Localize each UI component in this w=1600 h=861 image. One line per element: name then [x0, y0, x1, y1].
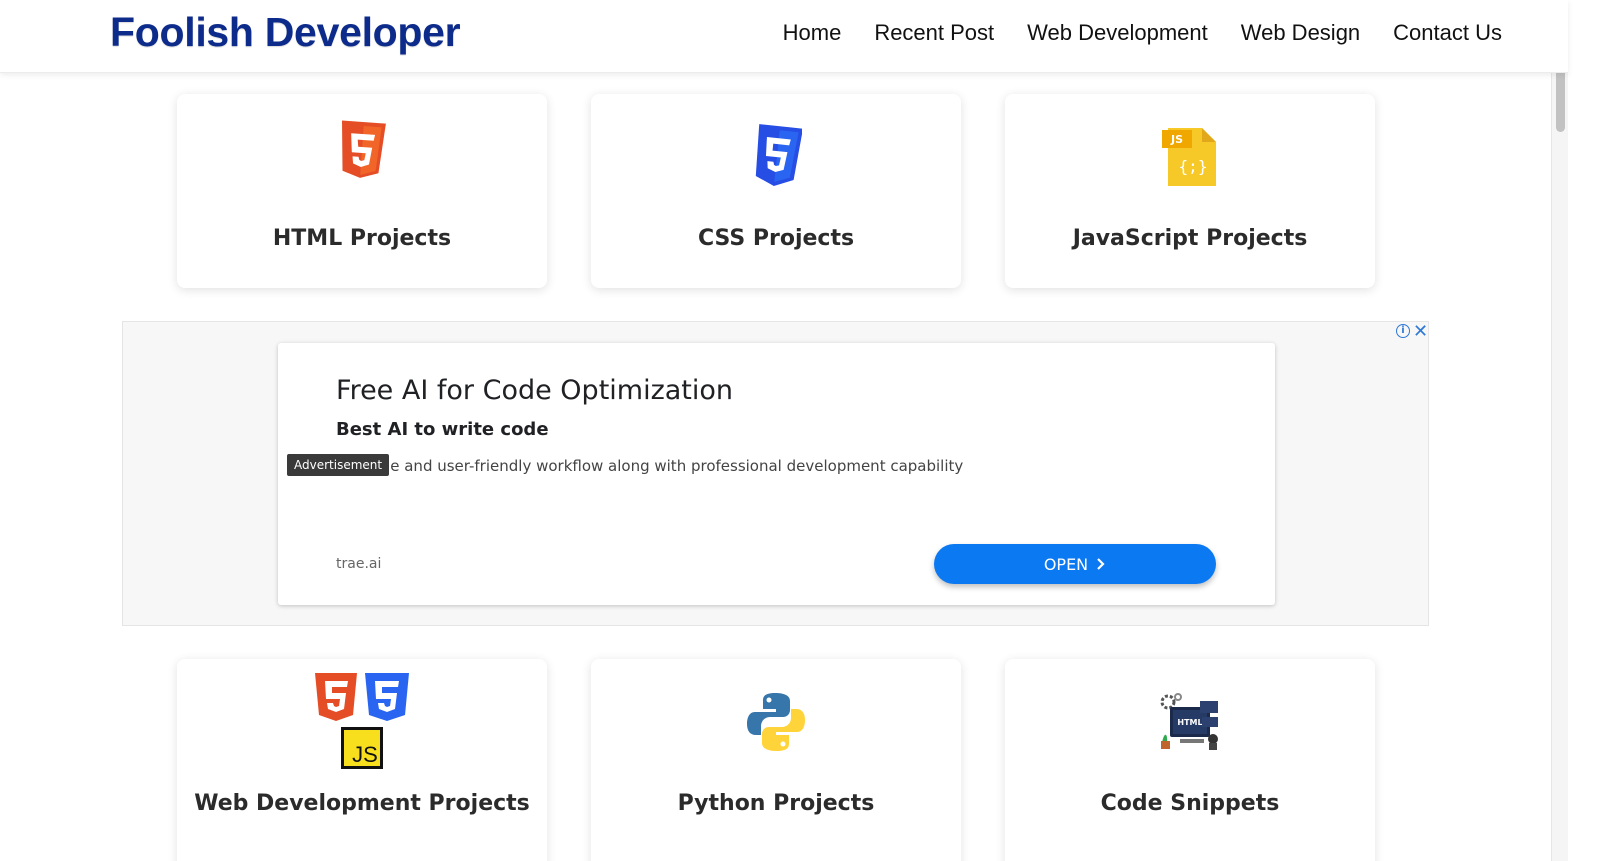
ad-close-icon[interactable]: ✕: [1413, 321, 1428, 342]
ad-card[interactable]: Free AI for Code Optimization Best AI to…: [278, 343, 1275, 605]
nav-web-development[interactable]: Web Development: [1027, 20, 1208, 46]
css3-icon: [755, 124, 802, 186]
ad-domain[interactable]: trae.ai: [336, 556, 381, 572]
advertisement-banner: i ✕ Free AI for Code Optimization Best A…: [122, 321, 1429, 626]
ad-badge: Advertisement: [287, 454, 390, 476]
card-css-projects[interactable]: CSS Projects: [591, 94, 961, 288]
ad-open-label: OPEN: [1043, 554, 1089, 574]
nav-recent-post[interactable]: Recent Post: [874, 20, 994, 46]
ad-open-button[interactable]: OPEN: [934, 544, 1216, 584]
nav-web-design[interactable]: Web Design: [1241, 20, 1360, 46]
html5-icon: [342, 120, 386, 178]
js-badge-text: JS: [1170, 133, 1183, 146]
card-label: HTML Projects: [272, 226, 452, 251]
card-label: CSS Projects: [697, 226, 855, 251]
card-javascript-projects[interactable]: JS {;} JavaScript Projects: [1005, 94, 1375, 288]
html-screen-text: HTML: [1177, 718, 1202, 727]
code-snippets-icon: HTML: [1160, 693, 1218, 750]
card-label: Code Snippets: [1100, 791, 1280, 816]
ad-body-text: a simple and user-friendly workflow alon…: [336, 457, 964, 475]
page-scrollbar[interactable]: [1551, 0, 1568, 861]
ad-subtitle: Best AI to write code: [336, 419, 549, 440]
python-icon: [747, 693, 805, 751]
javascript-file-icon: JS {;}: [1162, 128, 1216, 186]
ad-title[interactable]: Free AI for Code Optimization: [336, 375, 733, 406]
chevron-right-icon: [1097, 558, 1105, 570]
card-code-snippets[interactable]: HTML Code Snippets: [1005, 659, 1375, 861]
js-logo-text: JS: [352, 742, 378, 767]
ad-info-icon[interactable]: i: [1396, 324, 1410, 338]
nav-home[interactable]: Home: [783, 20, 842, 46]
card-python-projects[interactable]: Python Projects: [591, 659, 961, 861]
site-header: Foolish Developer Home Recent Post Web D…: [0, 0, 1568, 73]
html-css-js-icon: JS: [315, 673, 409, 769]
card-label: JavaScript Projects: [1072, 226, 1308, 251]
site-logo[interactable]: Foolish Developer: [110, 9, 461, 56]
card-label: Web Development Projects: [194, 791, 530, 816]
card-web-development-projects[interactable]: JS Web Development Projects: [177, 659, 547, 861]
main-nav: Home Recent Post Web Development Web Des…: [783, 20, 1502, 46]
nav-contact-us[interactable]: Contact Us: [1393, 20, 1502, 46]
card-html-projects[interactable]: HTML Projects: [177, 94, 547, 288]
card-label: Python Projects: [677, 791, 875, 816]
js-braces-text: {;}: [1179, 157, 1208, 176]
